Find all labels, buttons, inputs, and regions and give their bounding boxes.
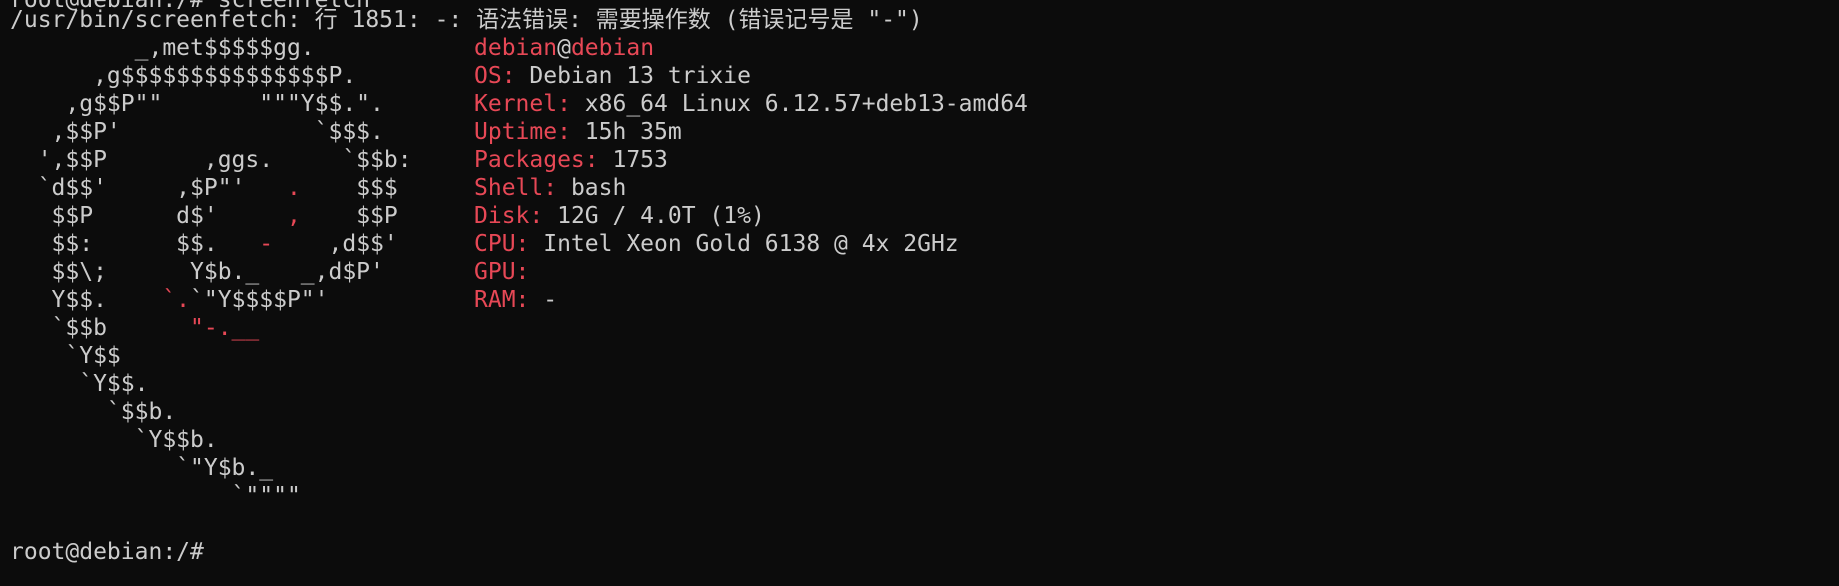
hostname: debian [570, 35, 655, 61]
logo-segment: `$$b [10, 315, 191, 341]
logo-segment: _,met$$$$$gg. [10, 35, 315, 61]
logo-line: `d$$' ,$P"' . $$$ [10, 174, 398, 202]
info-row: Uptime: 15h 35m [474, 118, 682, 146]
logo-segment: Y$$. [10, 287, 163, 313]
logo-line: `Y$$ [10, 342, 121, 370]
logo-segment: `"Y$$$$P"' [190, 287, 329, 313]
logo-segment: $$$ [300, 175, 398, 201]
logo-line: `"""" [10, 482, 301, 510]
logo-segment: $$: $$. [10, 231, 260, 257]
logo-swirl-segment: `. [162, 287, 191, 313]
info-row: OS: Debian 13 trixie [474, 62, 751, 90]
logo-line: $$P d$' , $$P [10, 202, 398, 230]
error-message: /usr/bin/screenfetch: 行 1851: -: 语法错误: 需… [10, 7, 923, 33]
info-label: Shell: [474, 175, 558, 201]
logo-line: `$$b "-.__ [10, 314, 260, 342]
logo-segment: ,$$P' `$$$. [10, 119, 384, 145]
info-row: GPU: [474, 258, 529, 286]
info-value: 12G / 4.0T (1%) [543, 203, 765, 229]
info-label: RAM: [474, 287, 530, 313]
logo-segment: $$\; Y$b._ _,d$P' [10, 259, 384, 285]
info-label: Kernel: [474, 91, 571, 117]
info-row: Shell: bash [474, 174, 626, 202]
at-sign: @ [557, 35, 571, 61]
logo-segment: `d$$' ,$P"' [10, 175, 287, 201]
info-value: Debian 13 trixie [515, 63, 751, 89]
logo-line: ,$$P' `$$$. [10, 118, 384, 146]
logo-segment: ,g$$$$$$$$$$$$$$$P. [10, 63, 357, 89]
info-label: Packages: [474, 147, 599, 173]
logo-segment: `"""" [10, 483, 301, 509]
logo-swirl-segment: . [286, 175, 301, 201]
info-label: CPU: [474, 231, 530, 257]
logo-segment: $$P [300, 203, 398, 229]
logo-swirl-segment: "-.__ [190, 315, 260, 341]
info-row: Kernel: x86_64 Linux 6.12.57+deb13-amd64 [474, 90, 1028, 118]
info-value: - [529, 287, 558, 313]
logo-line: `Y$$b. [10, 426, 218, 454]
info-label: Disk: [474, 203, 544, 229]
info-value: x86_64 Linux 6.12.57+deb13-amd64 [570, 91, 1028, 117]
logo-segment: `"Y$b._ [10, 455, 274, 481]
logo-line: ,g$$$$$$$$$$$$$$$P. [10, 62, 356, 90]
logo-segment: ,g$$P"" """Y$$.". [10, 91, 384, 117]
logo-line: Y$$. `.`"Y$$$$P"' [10, 286, 329, 314]
logo-line: $$\; Y$b._ _,d$P' [10, 258, 384, 286]
info-row: Disk: 12G / 4.0T (1%) [474, 202, 765, 230]
info-value: bash [557, 175, 627, 201]
prompt-text: root@debian:/# [10, 539, 204, 565]
info-label: GPU: [474, 259, 530, 285]
logo-line: $$: $$. - ,d$$' [10, 230, 398, 258]
logo-line: `Y$$. [10, 370, 148, 398]
logo-segment: `Y$$ [10, 343, 121, 369]
terminal-window[interactable]: root@debian:/# screenfetch /usr/bin/scre… [0, 0, 1839, 586]
logo-swirl-segment: - [259, 231, 274, 257]
info-row: CPU: Intel Xeon Gold 6138 @ 4x 2GHz [474, 230, 959, 258]
info-label: OS: [474, 63, 516, 89]
logo-line: `"Y$b._ [10, 454, 273, 482]
username: debian [474, 35, 558, 61]
info-value: 15h 35m [570, 119, 682, 145]
logo-segment: `Y$$b. [10, 427, 218, 453]
logo-line: `$$b. [10, 398, 176, 426]
command-prompt[interactable]: root@debian:/# [10, 538, 204, 566]
logo-segment: ',$$P ,ggs. `$$b: [10, 147, 412, 173]
user-host-line: debian@debian [474, 34, 654, 62]
logo-line: ',$$P ,ggs. `$$b: [10, 146, 412, 174]
logo-segment: ,d$$' [273, 231, 398, 257]
info-row: Packages: 1753 [474, 146, 668, 174]
info-value: 1753 [598, 147, 668, 173]
logo-line: ,g$$P"" """Y$$.". [10, 90, 384, 118]
logo-line: _,met$$$$$gg. [10, 34, 315, 62]
logo-segment: `$$b. [10, 399, 177, 425]
info-value: Intel Xeon Gold 6138 @ 4x 2GHz [529, 231, 959, 257]
logo-swirl-segment: , [286, 203, 301, 229]
info-row: RAM: - [474, 286, 557, 314]
logo-segment: $$P d$' [10, 203, 287, 229]
logo-segment: `Y$$. [10, 371, 149, 397]
info-label: Uptime: [474, 119, 571, 145]
